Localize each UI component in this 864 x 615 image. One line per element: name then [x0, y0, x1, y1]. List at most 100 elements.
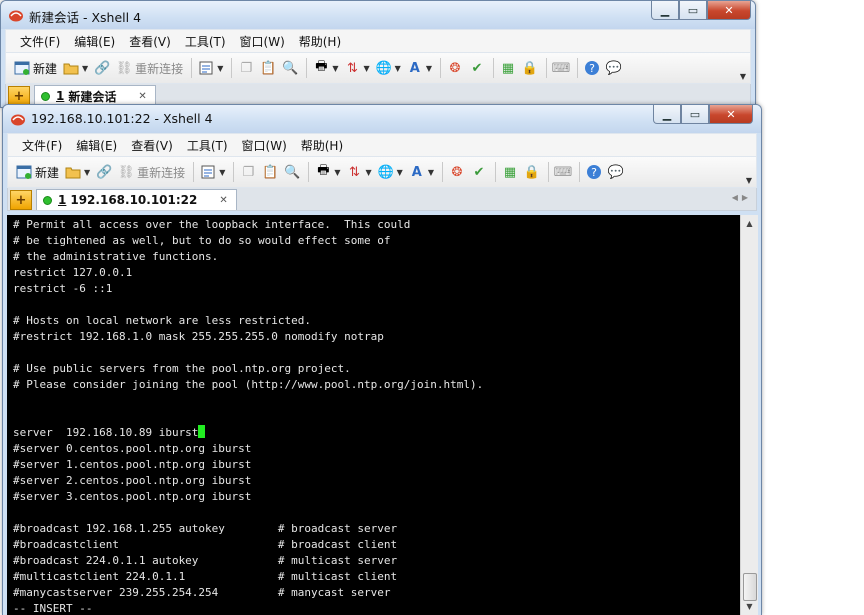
properties-icon [198, 60, 214, 76]
layout-button[interactable]: ▦ [502, 161, 518, 183]
chevron-down-icon: ▼ [82, 63, 89, 73]
menu-help[interactable]: 帮助(H) [299, 33, 341, 50]
reconnect-button[interactable]: ⛓ 重新连接 [118, 161, 185, 183]
menu-edit[interactable]: 编辑(E) [74, 33, 115, 50]
print-button[interactable]: 🖶 ▼ [313, 57, 338, 79]
menu-tools[interactable]: 工具(T) [187, 137, 228, 154]
printer-icon: 🖶 [317, 163, 330, 178]
chevron-down-icon: ▼ [84, 167, 91, 177]
open-folder-button[interactable]: ▼ [65, 161, 90, 183]
properties-button[interactable]: ▼ [200, 161, 225, 183]
terminal-screen[interactable]: # Permit all access over the loopback in… [7, 215, 740, 615]
new-session-button[interactable]: 新建 [14, 57, 57, 79]
globe-icon: 🌐 [377, 164, 394, 180]
paste-button[interactable]: 📋 [260, 57, 276, 79]
chat-button[interactable]: 💬 [608, 161, 624, 183]
xftp-button[interactable]: ❂ [449, 161, 465, 183]
close-button[interactable]: ✕ [709, 105, 753, 124]
help-icon: ? [584, 60, 600, 76]
speech-bubble-icon: 💬 [605, 60, 623, 76]
xftp-transfer-button[interactable]: ✔ [471, 161, 487, 183]
xftp-transfer-button[interactable]: ✔ [469, 57, 485, 79]
keyboard-button[interactable]: ⌨ [553, 161, 573, 183]
minimize-button[interactable]: ▁ [653, 105, 681, 124]
toolbar-separator [231, 58, 233, 78]
help-button[interactable]: ? [584, 57, 600, 79]
layout-button[interactable]: ▦ [500, 57, 516, 79]
tab-session[interactable]: 1 新建会话 ✕ [34, 85, 156, 106]
close-tab-icon[interactable]: ✕ [138, 91, 146, 102]
font-button[interactable]: A ▼ [409, 161, 434, 183]
toolbar-separator [576, 58, 578, 78]
back-titlebar[interactable]: 新建会话 - Xshell 4 ▁ ▭ ✕ [1, 1, 755, 29]
menu-view[interactable]: 查看(V) [129, 33, 171, 50]
encoding-button[interactable]: 🌐 ▼ [376, 57, 401, 79]
new-session-button[interactable]: 新建 [16, 161, 59, 183]
find-button[interactable]: 🔍 [284, 161, 300, 183]
close-button[interactable]: ✕ [707, 1, 751, 20]
reconnect-button[interactable]: ⛓ 重新连接 [116, 57, 183, 79]
connect-button[interactable]: 🔗 [96, 161, 112, 183]
menu-window[interactable]: 窗口(W) [242, 137, 287, 154]
xftp-button[interactable]: ❂ [447, 57, 463, 79]
toolbar-separator [193, 162, 195, 182]
font-button[interactable]: A ▼ [407, 57, 432, 79]
find-button[interactable]: 🔍 [282, 57, 298, 79]
connect-button[interactable]: 🔗 [94, 57, 110, 79]
scrollbar-thumb[interactable] [743, 573, 757, 601]
terminal-line: server 192.168.10.89 iburst [13, 426, 199, 439]
menu-edit[interactable]: 编辑(E) [76, 137, 117, 154]
terminal-scrollbar[interactable]: ▲ ▼ [740, 215, 758, 615]
keyboard-icon: ⌨ [553, 164, 573, 180]
chevron-down-icon: ▼ [394, 63, 401, 73]
encoding-button[interactable]: 🌐 ▼ [378, 161, 403, 183]
copy-icon: ❐ [240, 60, 253, 76]
paste-button[interactable]: 📋 [262, 161, 278, 183]
front-tabbar: + 1 192.168.10.101:22 ✕ ◀▶ [7, 188, 757, 211]
chat-button[interactable]: 💬 [606, 57, 622, 79]
copy-button[interactable]: ❐ [240, 161, 256, 183]
terminal-line: #broadcastclient # broadcast client [13, 538, 398, 551]
terminal-line: #multicastclient 224.0.1.1 # multicast c… [13, 570, 398, 583]
print-button[interactable]: 🖶 ▼ [315, 161, 340, 183]
xshell-icon: ❂ [449, 60, 461, 76]
copy-button[interactable]: ❐ [238, 57, 254, 79]
menu-file[interactable]: 文件(F) [20, 33, 60, 50]
add-tab-button[interactable]: + [8, 86, 30, 106]
front-window-controls: ▁ ▭ ✕ [653, 105, 753, 124]
reconnect-icon: ⛓ [117, 164, 135, 180]
transfer-icon: ⇅ [347, 60, 358, 76]
menu-view[interactable]: 查看(V) [131, 137, 173, 154]
toolbar-overflow-icon[interactable]: ▼ [746, 176, 752, 185]
keyboard-button[interactable]: ⌨ [552, 57, 571, 79]
properties-button[interactable]: ▼ [198, 57, 223, 79]
magnifier-icon: 🔍 [282, 60, 299, 76]
restore-button[interactable]: ▭ [679, 1, 707, 20]
add-tab-button[interactable]: + [10, 190, 32, 210]
front-titlebar[interactable]: 192.168.10.101:22 - Xshell 4 ▁ ▭ ✕ [3, 105, 761, 133]
scroll-up-icon[interactable]: ▲ [741, 215, 758, 232]
help-button[interactable]: ? [586, 161, 602, 183]
chevron-down-icon: ▼ [427, 167, 434, 177]
grid-icon: ▦ [501, 60, 515, 76]
toolbar-separator [308, 162, 310, 182]
terminal-output: # Permit all access over the loopback in… [7, 215, 740, 615]
transfer-button[interactable]: ⇅ ▼ [345, 57, 370, 79]
menu-tools[interactable]: 工具(T) [185, 33, 226, 50]
restore-button[interactable]: ▭ [681, 105, 709, 124]
menu-file[interactable]: 文件(F) [22, 137, 62, 154]
minimize-button[interactable]: ▁ [651, 1, 679, 20]
scroll-down-icon[interactable]: ▼ [741, 598, 758, 615]
menu-window[interactable]: 窗口(W) [240, 33, 285, 50]
lock-button[interactable]: 🔒 [524, 161, 540, 183]
close-tab-icon[interactable]: ✕ [219, 195, 227, 206]
font-icon: A [409, 60, 420, 76]
open-folder-button[interactable]: ▼ [63, 57, 88, 79]
transfer-button[interactable]: ⇅ ▼ [347, 161, 372, 183]
tab-session[interactable]: 1 192.168.10.101:22 ✕ [36, 189, 237, 210]
tab-scroll-arrows[interactable]: ◀▶ [732, 193, 752, 202]
connected-status-icon [43, 195, 52, 205]
toolbar-overflow-icon[interactable]: ▼ [740, 72, 746, 81]
lock-button[interactable]: 🔒 [522, 57, 538, 79]
menu-help[interactable]: 帮助(H) [301, 137, 343, 154]
